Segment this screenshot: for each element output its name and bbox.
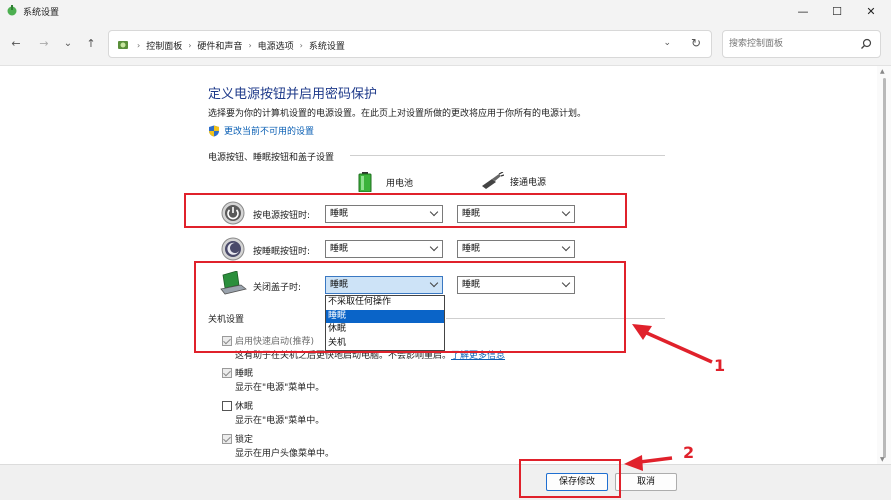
power-button-label: 按电源按钮时: xyxy=(253,211,311,221)
chevron-down-icon xyxy=(429,242,439,252)
sleep-option-description: 显示在"电源"菜单中。 xyxy=(235,383,325,393)
recent-locations-button[interactable]: ⌄ xyxy=(60,36,76,52)
annotation-number-1: 1 xyxy=(714,356,726,375)
section-divider xyxy=(350,155,665,156)
back-button[interactable]: ← xyxy=(8,36,24,52)
select-value: 睡眠 xyxy=(330,209,349,219)
chevron-right-icon: › xyxy=(248,41,252,50)
breadcrumb-system-settings[interactable]: 系统设置 xyxy=(309,39,345,52)
select-value: 睡眠 xyxy=(330,244,349,254)
select-value: 睡眠 xyxy=(462,280,481,290)
hibernate-option-label: 休眠 xyxy=(235,402,254,412)
hibernate-option-description: 显示在"电源"菜单中。 xyxy=(235,416,325,426)
search-box[interactable] xyxy=(722,30,881,58)
scrollbar-thumb[interactable] xyxy=(883,78,886,458)
select-value: 睡眠 xyxy=(462,209,481,219)
search-input[interactable] xyxy=(729,37,849,51)
sleep-button-battery-select[interactable]: 睡眠 xyxy=(325,240,443,258)
footer-bar xyxy=(0,464,891,500)
dropdown-option-shutdown[interactable]: 关机 xyxy=(326,337,444,351)
chevron-down-icon xyxy=(561,207,571,217)
sleep-button-label: 按睡眠按钮时: xyxy=(253,247,311,257)
chevron-down-icon xyxy=(561,242,571,252)
fast-startup-option[interactable]: 启用快速启动(推荐) xyxy=(222,334,314,347)
lid-close-plugged-select[interactable]: 睡眠 xyxy=(457,276,575,294)
sleep-checkbox[interactable] xyxy=(222,367,232,378)
lid-close-label: 关闭盖子时: xyxy=(253,283,302,293)
dropdown-option-hibernate[interactable]: 休眠 xyxy=(326,323,444,337)
chevron-down-icon xyxy=(561,278,571,288)
lid-close-battery-select[interactable]: 睡眠 xyxy=(325,276,443,294)
lock-option-label: 锁定 xyxy=(235,435,254,445)
select-value: 睡眠 xyxy=(330,280,349,290)
window-title: 系统设置 xyxy=(23,8,60,18)
chevron-down-icon[interactable]: ⌄ xyxy=(663,38,671,48)
fast-startup-label: 启用快速启动(推荐) xyxy=(235,337,315,347)
breadcrumb-control-panel[interactable]: 控制面板 xyxy=(146,39,182,52)
breadcrumb-hardware-sound[interactable]: 硬件和声音 xyxy=(197,39,242,52)
change-settings-link-text[interactable]: 更改当前不可用的设置 xyxy=(224,124,314,137)
sleep-option[interactable]: 睡眠 xyxy=(222,366,253,379)
chevron-right-icon: › xyxy=(299,41,303,50)
select-value: 睡眠 xyxy=(462,244,481,254)
column-battery-label: 用电池 xyxy=(386,178,414,189)
power-button-battery-select[interactable]: 睡眠 xyxy=(325,205,443,223)
close-button[interactable]: ✕ xyxy=(852,0,890,22)
column-header-plugged: 接通电源 xyxy=(480,172,546,190)
sleep-button-plugged-select[interactable]: 睡眠 xyxy=(457,240,575,258)
navigation-bar: ← → ⌄ ↑ › 控制面板 › 硬件和声音 › 电源选项 › 系统设置 ⌄ ↻ xyxy=(0,22,891,66)
page-description: 选择要为你的计算机设置的电源设置。在此页上对设置所做的更改将应用于你所有的电源计… xyxy=(208,109,587,119)
dropdown-option-sleep[interactable]: 睡眠 xyxy=(326,309,444,323)
lock-option[interactable]: 锁定 xyxy=(222,432,253,445)
up-button[interactable]: ↑ xyxy=(83,36,99,52)
section-heading-shutdown: 关机设置 xyxy=(208,315,245,325)
scroll-up-icon[interactable]: ▲ xyxy=(880,68,885,75)
uac-shield-icon xyxy=(209,125,219,136)
page-title: 定义电源按钮并启用密码保护 xyxy=(208,87,378,102)
forward-button[interactable]: → xyxy=(36,36,52,52)
control-panel-icon xyxy=(118,41,128,49)
chevron-down-icon xyxy=(429,278,439,288)
section-divider xyxy=(446,318,665,319)
column-plugged-label: 接通电源 xyxy=(510,177,547,188)
hibernate-option[interactable]: 休眠 xyxy=(222,399,253,412)
learn-more-link[interactable]: 了解更多信息 xyxy=(451,351,505,361)
breadcrumb: › 控制面板 › 硬件和声音 › 电源选项 › 系统设置 xyxy=(137,39,345,52)
search-icon[interactable] xyxy=(860,38,872,50)
hibernate-checkbox[interactable] xyxy=(222,400,232,411)
dropdown-option-do-nothing[interactable]: 不采取任何操作 xyxy=(326,296,444,310)
lid-close-dropdown-list[interactable]: 不采取任何操作 睡眠 休眠 关机 xyxy=(325,295,445,351)
chevron-right-icon: › xyxy=(137,41,141,50)
address-bar[interactable]: › 控制面板 › 硬件和声音 › 电源选项 › 系统设置 ⌄ ↻ xyxy=(108,30,712,58)
title-bar: 系统设置 — ☐ ✕ xyxy=(0,0,891,22)
content-area xyxy=(0,66,891,464)
chevron-right-icon: › xyxy=(188,41,192,50)
breadcrumb-power-options[interactable]: 电源选项 xyxy=(258,39,294,52)
scroll-down-icon[interactable]: ▼ xyxy=(880,456,885,463)
power-options-app-icon xyxy=(7,5,17,16)
section-heading-buttons: 电源按钮、睡眠按钮和盖子设置 xyxy=(208,153,335,163)
fast-startup-description-text: 这有助于在关机之后更快地启动电脑。不会影响重启。 xyxy=(235,351,452,361)
refresh-icon[interactable]: ↻ xyxy=(691,36,701,50)
power-plug-icon xyxy=(482,172,504,189)
chevron-down-icon xyxy=(429,207,439,217)
power-button-icon xyxy=(221,201,245,225)
column-header-battery: 用电池 xyxy=(358,172,413,192)
lock-checkbox[interactable] xyxy=(222,433,232,444)
sleep-button-icon xyxy=(221,237,245,261)
maximize-button[interactable]: ☐ xyxy=(818,0,856,22)
battery-icon xyxy=(358,172,372,192)
sleep-option-label: 睡眠 xyxy=(235,369,254,379)
fast-startup-checkbox[interactable] xyxy=(222,335,232,346)
laptop-lid-icon xyxy=(220,271,247,295)
annotation-number-2: 2 xyxy=(683,443,695,462)
power-button-plugged-select[interactable]: 睡眠 xyxy=(457,205,575,223)
save-changes-button[interactable]: 保存修改 xyxy=(546,473,608,491)
change-settings-link[interactable]: 更改当前不可用的设置 xyxy=(208,124,314,137)
cancel-button[interactable]: 取消 xyxy=(615,473,677,491)
minimize-button[interactable]: — xyxy=(784,0,822,22)
lock-option-description: 显示在用户头像菜单中。 xyxy=(235,449,335,459)
